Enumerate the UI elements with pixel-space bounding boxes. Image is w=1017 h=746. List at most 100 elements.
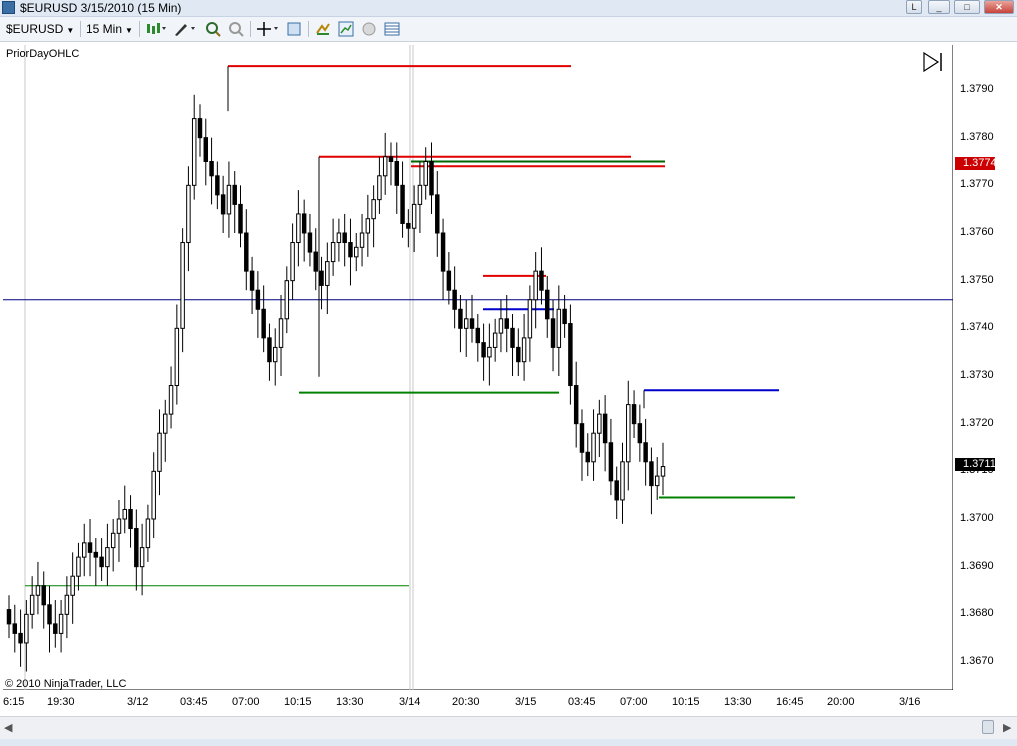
candle-body	[209, 161, 214, 177]
instrument-label: $EURUSD	[6, 22, 64, 36]
candle-body	[134, 528, 139, 568]
scrollbar-thumb[interactable]	[982, 720, 994, 734]
toolbar-divider	[250, 21, 251, 37]
scroll-left-icon[interactable]: ◀	[4, 721, 12, 734]
candle-body	[388, 156, 394, 163]
candle-body	[232, 184, 237, 205]
toolbar-divider	[80, 21, 81, 37]
drawing-tool-icon[interactable]	[173, 21, 197, 37]
candle-body	[487, 346, 492, 358]
candle-body	[435, 194, 440, 234]
candle-body	[35, 585, 41, 596]
candle-body	[556, 308, 562, 348]
data-box-icon[interactable]	[361, 21, 377, 37]
toolbar-divider	[139, 21, 140, 37]
toolbar-divider	[308, 21, 309, 37]
candle-body	[151, 470, 156, 520]
scroll-right-icon[interactable]: ▶	[1003, 721, 1011, 734]
price-chart[interactable]	[3, 45, 953, 690]
candle-body	[608, 442, 614, 482]
candle-body	[382, 156, 388, 177]
candle-body	[24, 613, 29, 644]
time-tick-label: 3/15	[515, 696, 537, 708]
candle-body	[6, 609, 12, 625]
candle-body	[440, 232, 446, 272]
time-tick-label: 16:45	[776, 696, 804, 708]
candle-body	[626, 404, 631, 463]
time-tick-label: 13:30	[724, 696, 752, 708]
candle-body	[278, 318, 284, 348]
candle-body	[527, 299, 533, 339]
properties-icon[interactable]	[286, 21, 302, 37]
candle-body	[220, 194, 226, 215]
bar-type-icon[interactable]	[145, 21, 167, 37]
candle-body	[186, 184, 191, 244]
magnifier-plus-glyph	[206, 22, 221, 37]
candle-body	[139, 547, 145, 568]
zoom-in-icon[interactable]	[205, 21, 221, 37]
candle-body	[492, 332, 498, 348]
candle-body	[238, 203, 243, 234]
candle-body	[463, 318, 469, 329]
maximize-button[interactable]: □	[954, 0, 980, 14]
chart-trader-icon[interactable]	[384, 21, 400, 37]
candle-body	[272, 346, 278, 363]
strategies-icon[interactable]	[315, 21, 331, 37]
app-icon	[2, 1, 15, 14]
candle-body	[76, 556, 81, 577]
interval-selector[interactable]: 15 Min ▼	[86, 21, 133, 37]
candle-body	[70, 575, 75, 596]
candle-body	[313, 251, 318, 272]
title-bar: $EURUSD 3/15/2010 (15 Min) L _ □ ✕	[0, 0, 1017, 17]
current-price-tag: 1.3711	[955, 458, 996, 471]
close-button[interactable]: ✕	[984, 0, 1014, 14]
candle-body	[533, 270, 538, 301]
price-tick-label: 1.3720	[960, 416, 994, 429]
candle-body	[319, 270, 324, 286]
candle-body	[579, 423, 585, 453]
window-title: $EURUSD 3/15/2010 (15 Min)	[20, 1, 182, 15]
candle-body	[469, 318, 475, 329]
candle-body	[307, 232, 313, 253]
candle-body	[122, 508, 127, 520]
price-tick-label: 1.3790	[960, 83, 994, 95]
candle-body	[521, 337, 527, 363]
candle-body	[631, 404, 637, 425]
candle-body	[359, 232, 365, 248]
candle-body	[411, 203, 417, 229]
indicators-icon[interactable]	[338, 21, 354, 37]
zoom-out-icon[interactable]	[228, 21, 244, 37]
scroll-to-end-icon[interactable]	[922, 51, 944, 73]
candle-body	[255, 289, 261, 310]
candle-body	[296, 213, 301, 244]
time-tick-label: 07:00	[232, 696, 260, 708]
minimize-button[interactable]: _	[928, 0, 950, 14]
candle-body	[342, 232, 347, 244]
time-tick-label: 10:15	[672, 696, 700, 708]
price-tick-label: 1.3670	[960, 655, 994, 667]
horizontal-scrollbar[interactable]: ◀ ▶	[0, 716, 1017, 739]
time-tick-label: 03:45	[568, 696, 596, 708]
instrument-selector[interactable]: $EURUSD ▼	[6, 21, 74, 37]
circle-glyph	[362, 22, 376, 36]
time-tick-label: 20:30	[452, 696, 480, 708]
candle-body	[660, 466, 666, 477]
candle-body	[539, 270, 544, 291]
candle-body	[481, 342, 486, 358]
time-tick-label: 3/16	[899, 696, 921, 708]
candle-body	[423, 161, 428, 186]
time-tick-label: 6:15	[3, 696, 25, 708]
candle-body	[429, 161, 434, 196]
candle-body	[244, 232, 249, 272]
candle-body	[510, 327, 515, 348]
candle-body	[573, 385, 579, 425]
candle-body	[261, 308, 266, 339]
candle-body	[157, 432, 162, 472]
candle-body	[290, 242, 295, 282]
price-tick-label: 1.3780	[960, 130, 994, 143]
indicators-glyph	[338, 21, 354, 37]
crosshair-icon[interactable]	[256, 21, 280, 37]
magnifier-minus-glyph	[229, 22, 244, 37]
link-button[interactable]: L	[906, 0, 922, 14]
candle-body	[336, 232, 342, 244]
